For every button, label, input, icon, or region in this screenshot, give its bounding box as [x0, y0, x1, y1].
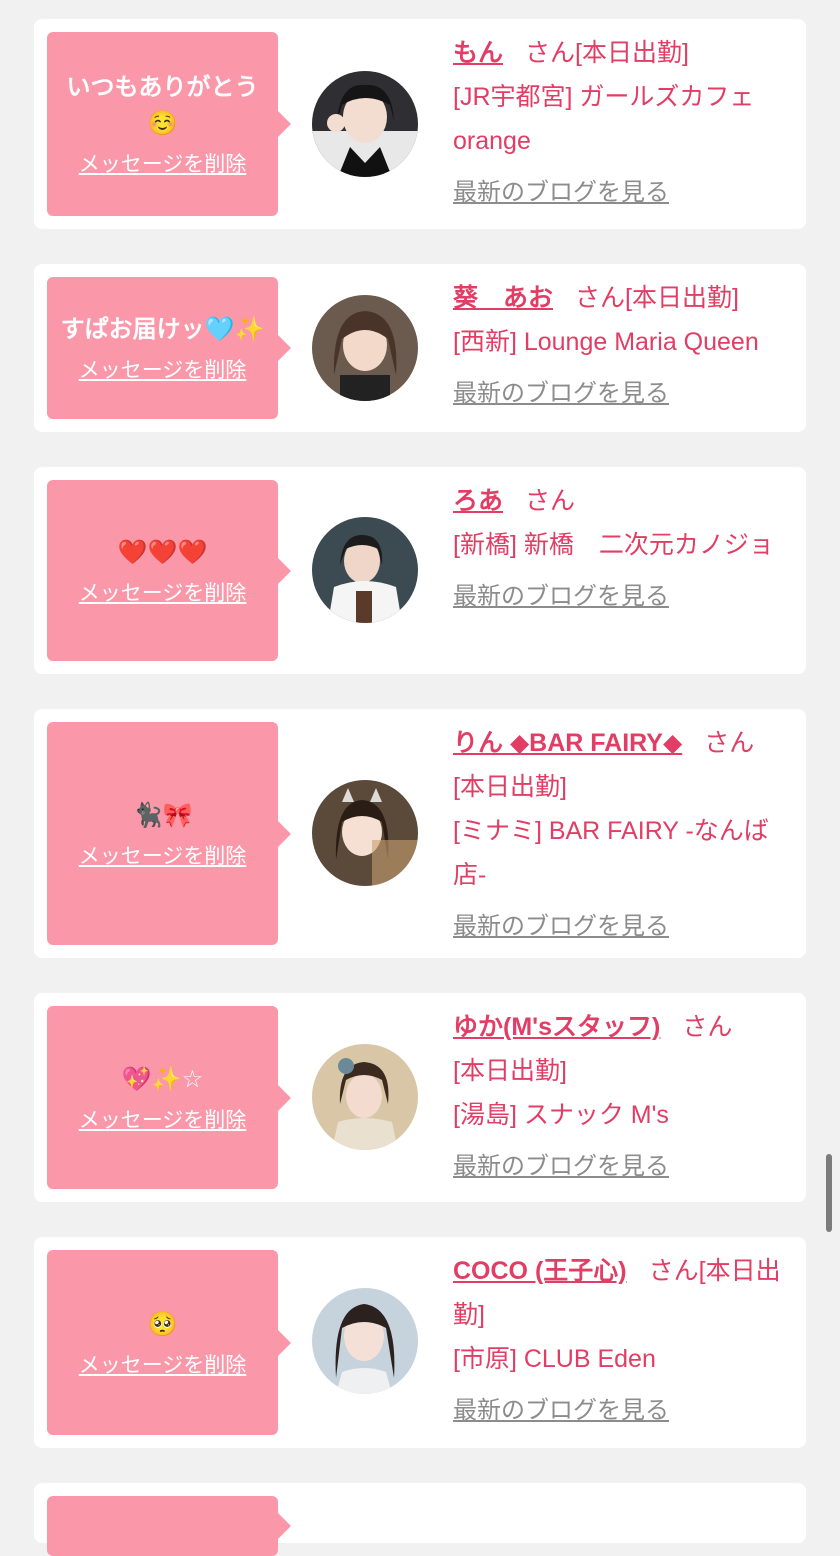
avatar[interactable] — [312, 1288, 418, 1394]
favorite-card: いつもありがとう☺️ メッセージを削除 もん さん[本日出勤] [JR宇都宮] ガ… — [34, 19, 806, 229]
cast-name-link[interactable]: ろあ — [453, 487, 503, 515]
message-text: 🐈‍⬛🎀 — [132, 800, 193, 829]
avatar[interactable] — [312, 780, 418, 886]
message-text: いつもありがとう☺️ — [66, 73, 259, 137]
honorific: さん — [682, 1013, 733, 1041]
latest-blog-link[interactable]: 最新のブログを見る — [453, 1389, 669, 1433]
favorite-card: 💖✨☆ メッセージを削除 ゆか(M'sスタッフ) さん [本日出勤] [湯島] ス… — [34, 993, 806, 1202]
favorite-card: 🐈‍⬛🎀 メッセージを削除 りん ◆BAR FAIRY◆ さん [本日出勤] [ミ… — [34, 709, 806, 958]
avatar[interactable] — [312, 517, 418, 623]
message-bubble: いつもありがとう☺️ メッセージを削除 — [47, 32, 291, 216]
shop-name: [JR宇都宮] ガールズカフェorange — [453, 83, 755, 155]
avatar[interactable] — [312, 295, 418, 401]
delete-message-link[interactable]: メッセージを削除 — [79, 1105, 247, 1135]
avatar[interactable] — [312, 71, 418, 177]
message-bubble: すぱお届けッ🩵✨ メッセージを削除 — [47, 277, 291, 419]
delete-message-link[interactable]: メッセージを削除 — [79, 841, 247, 871]
message-text: すぱお届けッ🩵✨ — [60, 315, 265, 343]
shop-name: [ミナミ] BAR FAIRY -なんば店- — [453, 817, 769, 889]
attendance-status: [本日出勤] — [625, 284, 739, 312]
honorific: さん — [525, 39, 576, 67]
favorite-card: すぱお届けッ🩵✨ メッセージを削除 葵 あお さん[本日出勤] [西新] Loun… — [34, 264, 806, 432]
latest-blog-link[interactable]: 最新のブログを見る — [453, 575, 669, 619]
cast-name-link[interactable]: ゆか(M'sスタッフ) — [453, 1013, 660, 1041]
shop-name: [新橋] 新橋 二次元カノジョ — [453, 531, 774, 559]
favorite-card: ❤️❤️❤️ メッセージを削除 ろあ さん [新橋] 新橋 二次元カノジョ 最新の… — [34, 467, 806, 674]
info: もん さん[本日出勤] [JR宇都宮] ガールズカフェorange 最新のブログを… — [453, 31, 796, 215]
info: 葵 あお さん[本日出勤] [西新] Lounge Maria Queen 最新の… — [453, 276, 796, 416]
message-bubble: 💖✨☆ メッセージを削除 — [47, 1006, 291, 1189]
latest-blog-link[interactable]: 最新のブログを見る — [453, 372, 669, 416]
message-text: 💖✨☆ — [121, 1064, 204, 1093]
latest-blog-link[interactable]: 最新のブログを見る — [453, 1145, 669, 1189]
honorific: さん — [575, 284, 626, 312]
latest-blog-link[interactable]: 最新のブログを見る — [453, 905, 669, 949]
shop-name: [西新] Lounge Maria Queen — [453, 328, 759, 356]
avatar[interactable] — [312, 1044, 418, 1150]
attendance-status: [本日出勤] — [575, 39, 689, 67]
attendance-status: [本日出勤] — [453, 773, 567, 801]
delete-message-link[interactable]: メッセージを削除 — [79, 1350, 247, 1380]
latest-blog-link[interactable]: 最新のブログを見る — [453, 171, 669, 215]
honorific: さん — [704, 729, 755, 757]
message-text: 🥺 — [147, 1309, 178, 1338]
delete-message-link[interactable]: メッセージを削除 — [79, 149, 247, 179]
attendance-status: [本日出勤] — [453, 1057, 567, 1085]
cast-name-link[interactable]: もん — [453, 39, 503, 67]
shop-name: [湯島] スナック M's — [453, 1101, 669, 1129]
message-text: ❤️❤️❤️ — [117, 537, 208, 566]
info: ゆか(M'sスタッフ) さん [本日出勤] [湯島] スナック M's 最新のブロ… — [453, 1005, 796, 1189]
scrollbar[interactable] — [826, 1154, 832, 1232]
message-bubble: ❤️❤️❤️ メッセージを削除 — [47, 480, 291, 661]
message-bubble: 🥺 メッセージを削除 — [47, 1250, 291, 1435]
favorite-card — [34, 1483, 806, 1556]
delete-message-link[interactable]: メッセージを削除 — [79, 578, 247, 608]
info: ろあ さん [新橋] 新橋 二次元カノジョ 最新のブログを見る — [453, 479, 796, 619]
shop-name: [市原] CLUB Eden — [453, 1345, 656, 1373]
honorific: さん — [525, 487, 576, 515]
info: りん ◆BAR FAIRY◆ さん [本日出勤] [ミナミ] BAR FAIRY … — [453, 721, 796, 949]
message-bubble: 🐈‍⬛🎀 メッセージを削除 — [47, 722, 291, 945]
cast-name-link[interactable]: りん ◆BAR FAIRY◆ — [453, 729, 682, 757]
message-bubble — [47, 1496, 291, 1556]
favorite-card: 🥺 メッセージを削除 COCO (王子心) さん[本日出勤] [市原] CLUB … — [34, 1237, 806, 1448]
cast-name-link[interactable]: 葵 あお — [453, 284, 553, 312]
honorific: さん — [648, 1257, 699, 1285]
cast-name-link[interactable]: COCO (王子心) — [453, 1257, 627, 1285]
info: COCO (王子心) さん[本日出勤] [市原] CLUB Eden 最新のブログ… — [453, 1249, 796, 1433]
delete-message-link[interactable]: メッセージを削除 — [79, 355, 247, 385]
